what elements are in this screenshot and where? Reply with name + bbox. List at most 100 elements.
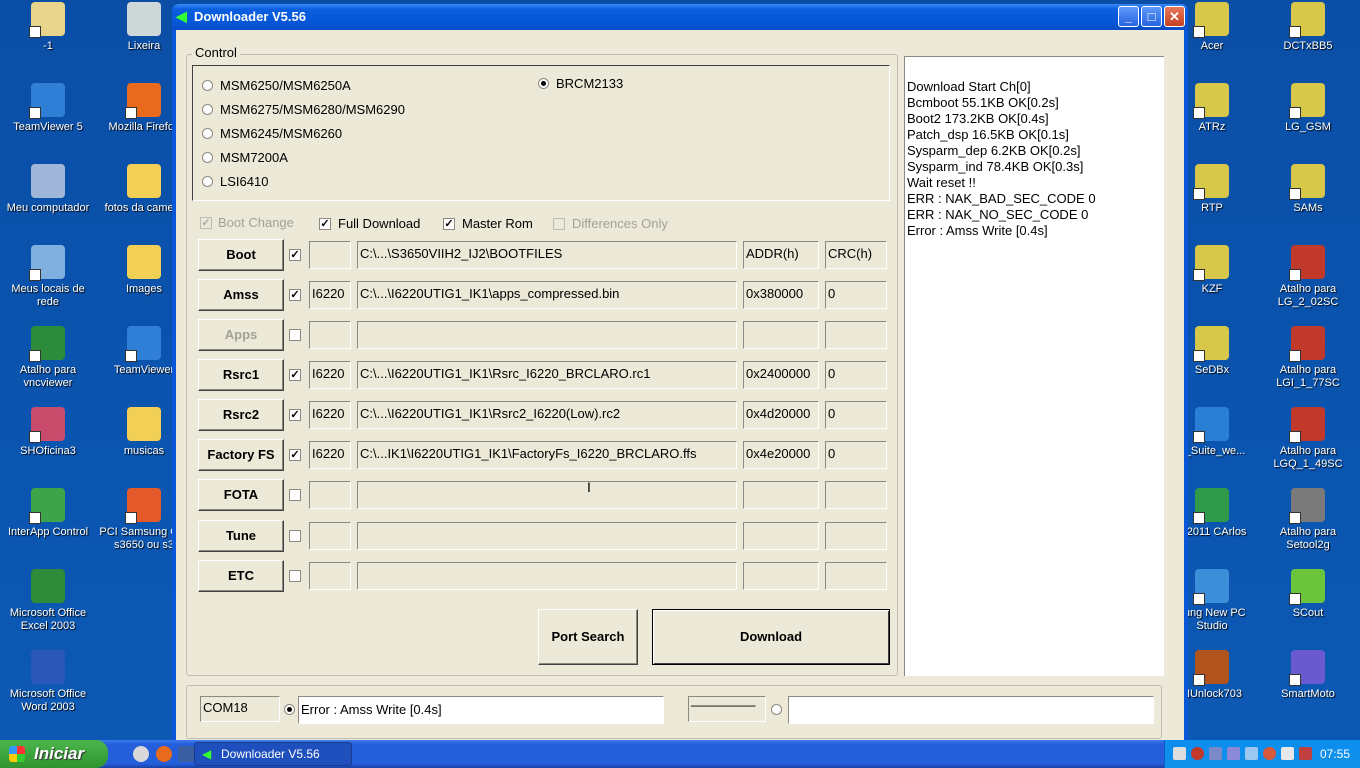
minimize-button[interactable]: _ — [1118, 6, 1139, 27]
desktop-icon[interactable]: Microsoft Office Word 2003 — [0, 650, 96, 714]
boot-change-checkbox[interactable]: ✓ — [200, 217, 212, 229]
desktop-icon[interactable]: SAMs — [1260, 164, 1356, 215]
keyboard-tray-icon[interactable] — [1173, 747, 1186, 760]
download-button[interactable]: Download — [652, 609, 890, 665]
desktop-icon[interactable]: SmartMoto — [1260, 650, 1356, 701]
row-checkbox[interactable]: ✓ — [289, 249, 301, 261]
row-addr-field: ADDR(h) — [743, 241, 819, 269]
row-checkbox[interactable]: ✓ — [289, 289, 301, 301]
start-button[interactable]: Iniciar — [0, 740, 108, 768]
shortcut-icon — [1289, 326, 1325, 362]
row-path-field[interactable] — [357, 321, 737, 349]
desktop-icon[interactable]: Atalho para Setool2g — [1260, 488, 1356, 552]
desktop-icon[interactable]: LG_GSM — [1260, 83, 1356, 134]
desktop-icon-label: -1 — [43, 40, 53, 52]
shortcut-icon — [29, 245, 65, 281]
row-button-fota[interactable]: FOTA — [198, 479, 284, 511]
chipset-label: MSM6250/MSM6250A — [220, 78, 351, 93]
desktop-icon-label: SCout — [1292, 607, 1324, 619]
row-checkbox[interactable] — [289, 530, 301, 542]
desktop-icon-label: Atalho para Setool2g — [1279, 526, 1337, 551]
full-download-checkbox[interactable]: ✓ — [319, 218, 331, 230]
row-button-factory-fs[interactable]: Factory FS — [198, 439, 284, 471]
row-checkbox[interactable]: ✓ — [289, 449, 301, 461]
window-title: Downloader V5.56 — [194, 9, 306, 24]
row-button-amss[interactable]: Amss — [198, 279, 284, 311]
desktop-icon[interactable]: -1 — [0, 2, 96, 53]
row-path-field[interactable] — [357, 481, 737, 509]
row-path-field[interactable]: C:\...\I6220UTIG1_IK1\apps_compressed.bi… — [357, 281, 737, 309]
row-path-field[interactable]: C:\...\S3650VIIH2_IJ2\BOOTFILES — [357, 241, 737, 269]
chipset-radio[interactable] — [538, 78, 549, 89]
security-tray-icon[interactable] — [1191, 747, 1204, 760]
desktop-icon[interactable]: InterApp Control — [0, 488, 96, 539]
shortcut-icon — [31, 164, 65, 198]
desktop-icon[interactable]: Microsoft Office Excel 2003 — [0, 569, 96, 633]
desktop-icon-label: SAMs — [1293, 202, 1323, 214]
antivirus-tray-icon[interactable] — [1263, 747, 1276, 760]
media-player-quicklaunch-icon[interactable] — [133, 746, 149, 762]
row-path-field[interactable]: C:\...\I6220UTIG1_IK1\Rsrc_I6220_BRCLARO… — [357, 361, 737, 389]
row-addr-field — [743, 562, 819, 590]
desktop-icon[interactable]: Atalho para vncviewer — [0, 326, 96, 390]
display-tray-icon[interactable] — [1227, 747, 1240, 760]
row-checkbox[interactable]: ✓ — [289, 409, 301, 421]
desktop-icon[interactable]: DCTxBB5 — [1260, 2, 1356, 53]
row-path-field[interactable] — [357, 562, 737, 590]
firefox-quicklaunch-icon[interactable] — [156, 746, 172, 762]
log-output[interactable]: Download Start Ch[0] Bcmboot 55.1KB OK[0… — [904, 56, 1164, 676]
desktop-icon[interactable]: SCout — [1260, 569, 1356, 620]
row-checkbox[interactable] — [289, 570, 301, 582]
row-button-rsrc2[interactable]: Rsrc2 — [198, 399, 284, 431]
differences-only-checkbox[interactable] — [553, 218, 565, 230]
network-tray-icon[interactable] — [1209, 747, 1222, 760]
row-button-boot[interactable]: Boot — [198, 239, 284, 271]
desktop-icon[interactable]: Atalho para LGI_1_77SC — [1260, 326, 1356, 390]
text-cursor-icon: I — [587, 479, 591, 495]
master-rom-checkbox[interactable]: ✓ — [443, 218, 455, 230]
row-model-field: I6220 — [309, 441, 351, 469]
chipset-radio[interactable] — [202, 128, 213, 139]
row-crc-field — [825, 481, 887, 509]
desktop-icon[interactable]: Atalho para LG_2_02SC — [1260, 245, 1356, 309]
chipset-radio[interactable] — [202, 176, 213, 187]
row-checkbox[interactable]: ✓ — [289, 369, 301, 381]
maximize-button[interactable]: □ — [1141, 6, 1162, 27]
port-search-button[interactable]: Port Search — [538, 609, 638, 665]
row-checkbox[interactable] — [289, 489, 301, 501]
com-port-field: COM18 — [200, 696, 280, 722]
chipset-radio[interactable] — [202, 152, 213, 163]
row-button-tune[interactable]: Tune — [198, 520, 284, 552]
desktop-icon[interactable]: Meus locais de rede — [0, 245, 96, 309]
desktop-icon-label: Meu computador — [6, 202, 90, 214]
shortcut-icon — [1193, 83, 1229, 119]
desktop-icon-label: Microsoft Office Excel 2003 — [9, 607, 87, 632]
desktop-icon[interactable]: Atalho para LGQ_1_49SC — [1260, 407, 1356, 471]
shortcut-icon — [1193, 245, 1229, 281]
desktop-icon[interactable]: Meu computador — [0, 164, 96, 215]
chipset-radio[interactable] — [202, 80, 213, 91]
row-checkbox[interactable] — [289, 329, 301, 341]
row-path-field[interactable]: C:\...\I6220UTIG1_IK1\Rsrc2_I6220(Low).r… — [357, 401, 737, 429]
close-button[interactable]: ✕ — [1164, 6, 1185, 27]
row-path-field[interactable]: C:\...IK1\I6220UTIG1_IK1\FactoryFs_I6220… — [357, 441, 737, 469]
row-button-rsrc1[interactable]: Rsrc1 — [198, 359, 284, 391]
shortcut-icon — [31, 650, 65, 684]
row-button-etc[interactable]: ETC — [198, 560, 284, 592]
row-path-field[interactable] — [357, 522, 737, 550]
usb-tray-icon[interactable] — [1245, 747, 1258, 760]
channel-radio-1[interactable] — [284, 704, 295, 715]
shortcut-icon — [1289, 83, 1325, 119]
desktop-icon[interactable]: TeamViewer 5 — [0, 83, 96, 134]
update-tray-icon[interactable] — [1299, 747, 1312, 760]
shortcut-icon — [127, 2, 161, 36]
chipset-radio[interactable] — [202, 104, 213, 115]
desktop-icon-label: Atalho para LGQ_1_49SC — [1273, 445, 1343, 470]
title-bar[interactable]: ◀ Downloader V5.56 _ □ ✕ — [172, 4, 1188, 30]
volume-tray-icon[interactable] — [1281, 747, 1294, 760]
desktop-icon[interactable]: SHOficina3 — [0, 407, 96, 458]
channel-radio-2[interactable] — [771, 704, 782, 715]
expand-quicklaunch-icon[interactable] — [178, 746, 194, 762]
taskbar-item-downloader[interactable]: ◀ Downloader V5.56 — [194, 742, 352, 766]
desktop-icon-label: InterApp Control — [7, 526, 89, 538]
